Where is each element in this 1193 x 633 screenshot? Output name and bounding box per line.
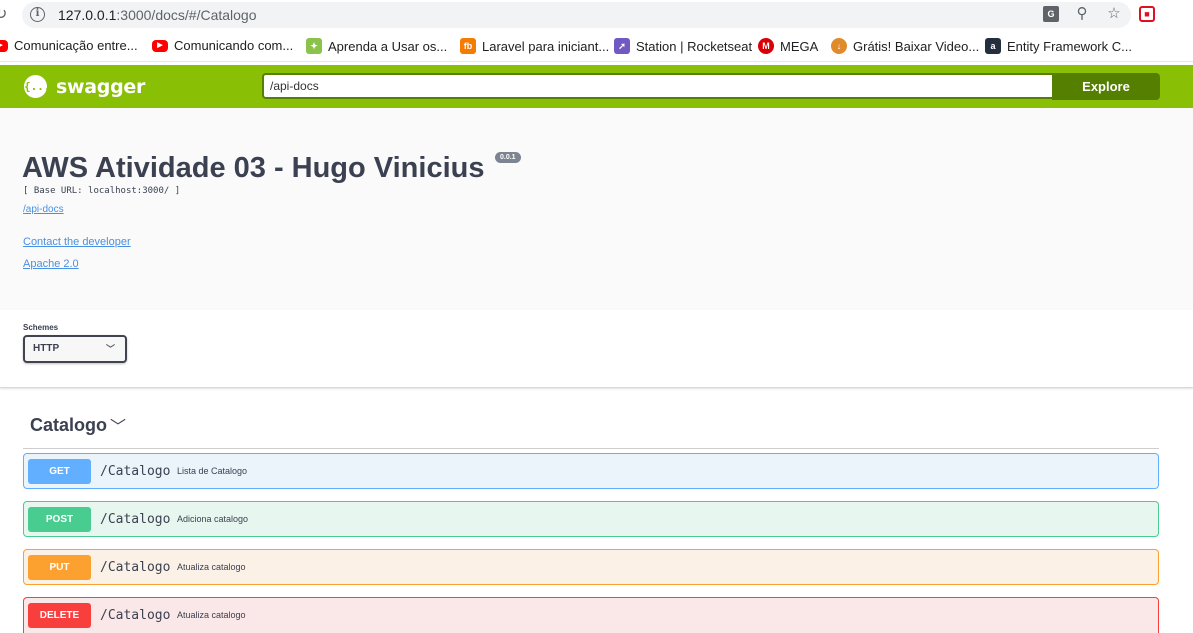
schemes-section: Schemes HTTP ﹀ [0, 310, 1193, 388]
method-badge: PUT [28, 555, 91, 580]
bookmark-item[interactable]: fb Laravel para iniciant... [460, 38, 609, 54]
star-icon[interactable]: ☆ [1105, 5, 1123, 23]
mega-icon: M [758, 38, 774, 54]
bookmark-label: MEGA [780, 38, 819, 54]
bookmark-item[interactable]: ↓ Grátis! Baixar Video... [831, 38, 979, 54]
browser-address-bar: ↻ i 127.0.0.1:3000/docs/#/Catalogo G ⚲ ☆… [0, 0, 1193, 30]
bookmarks-bar: ▶ Comunicação entre... ▶ Comunicando com… [0, 30, 1193, 62]
extension-icon[interactable]: ■ [1139, 6, 1155, 22]
bookmark-label: Comunicação entre... [14, 38, 138, 53]
bookmark-label: Aprenda a Usar os... [328, 38, 448, 54]
operation-delete[interactable]: DELETE /Catalogo Atualiza catalogo [23, 597, 1159, 633]
bookmark-label: Station | Rocketseat [636, 38, 753, 54]
url-text[interactable]: 127.0.0.1:3000/docs/#/Catalogo [58, 7, 257, 23]
swagger-logo-icon: {...} [24, 75, 57, 98]
translate-icon[interactable]: G [1043, 6, 1059, 22]
fb-icon: fb [460, 38, 476, 54]
api-info: AWS Atividade 03 - Hugo Vinicius 0.0.1 [… [0, 108, 1193, 310]
operation-get[interactable]: GET /Catalogo Lista de Catalogo [23, 453, 1159, 489]
operation-path: /Catalogo [100, 464, 171, 479]
operation-summary: Atualiza catalogo [177, 562, 246, 572]
operation-put[interactable]: PUT /Catalogo Atualiza catalogo [23, 549, 1159, 585]
youtube-icon: ▶ [0, 39, 8, 52]
operation-path: /Catalogo [100, 608, 171, 623]
operation-summary: Lista de Catalogo [177, 466, 248, 476]
operation-post[interactable]: POST /Catalogo Adiciona catalogo [23, 501, 1159, 537]
a-icon: a [985, 38, 1001, 54]
method-badge: POST [28, 507, 91, 532]
schemes-select[interactable]: HTTP ﹀ [23, 335, 127, 363]
api-title: AWS Atividade 03 - Hugo Vinicius [22, 152, 485, 184]
schemes-selected-value: HTTP [33, 343, 60, 354]
info-icon[interactable]: i [30, 7, 45, 22]
bookmark-item[interactable]: ➚ Station | Rocketseat [614, 38, 752, 54]
license-link[interactable]: Apache 2.0 [23, 258, 79, 270]
reload-icon[interactable]: ↻ [0, 6, 10, 24]
method-badge: DELETE [28, 603, 91, 628]
version-badge: 0.0.1 [495, 152, 521, 163]
bookmark-label: Comunicando com... [174, 38, 294, 53]
operation-summary: Atualiza catalogo [177, 610, 246, 620]
youtube-icon: ▶ [152, 39, 168, 52]
download-icon: ↓ [831, 38, 847, 54]
rocket-icon: ➚ [614, 38, 630, 54]
operation-path: /Catalogo [100, 560, 171, 575]
zoom-icon[interactable]: ⚲ [1073, 5, 1091, 23]
base-url: [ Base URL: localhost:3000/ ] [23, 186, 181, 196]
tag-title: Catalogo [30, 415, 108, 435]
bookmark-item[interactable]: ▶ Comunicação entre... [0, 38, 138, 53]
bookmark-item[interactable]: ▶ Comunicando com... [152, 38, 293, 53]
method-badge: GET [28, 459, 91, 484]
operation-summary: Adiciona catalogo [177, 514, 249, 524]
puzzle-icon: ✦ [306, 38, 322, 54]
bookmark-label: Grátis! Baixar Video... [853, 38, 980, 54]
url-host: 127.0.0.1 [58, 7, 117, 23]
bookmark-item[interactable]: a Entity Framework C... [985, 38, 1132, 54]
explore-button[interactable]: Explore [1052, 73, 1160, 100]
url-path: :3000/docs/#/Catalogo [116, 7, 257, 23]
swagger-logo[interactable]: {...} swagger [24, 75, 145, 98]
bookmark-item[interactable]: ✦ Aprenda a Usar os... [306, 38, 447, 54]
schemes-label: Schemes [23, 323, 59, 332]
api-url-input[interactable] [262, 73, 1052, 99]
chevron-down-icon[interactable]: ﹀ [110, 413, 126, 437]
tag-header[interactable]: Catalogo ﹀ [23, 409, 1159, 449]
operation-path: /Catalogo [100, 512, 171, 527]
omnibox[interactable]: i 127.0.0.1:3000/docs/#/Catalogo G ⚲ ☆ [22, 2, 1131, 28]
chevron-down-icon: ﹀ [105, 344, 115, 354]
swagger-logo-text: swagger [56, 75, 146, 98]
bookmark-item[interactable]: M MEGA [758, 38, 818, 54]
contact-link[interactable]: Contact the developer [23, 236, 131, 248]
api-docs-link[interactable]: /api-docs [23, 204, 64, 215]
bookmark-label: Laravel para iniciant... [482, 38, 610, 54]
bookmark-label: Entity Framework C... [1007, 38, 1132, 54]
